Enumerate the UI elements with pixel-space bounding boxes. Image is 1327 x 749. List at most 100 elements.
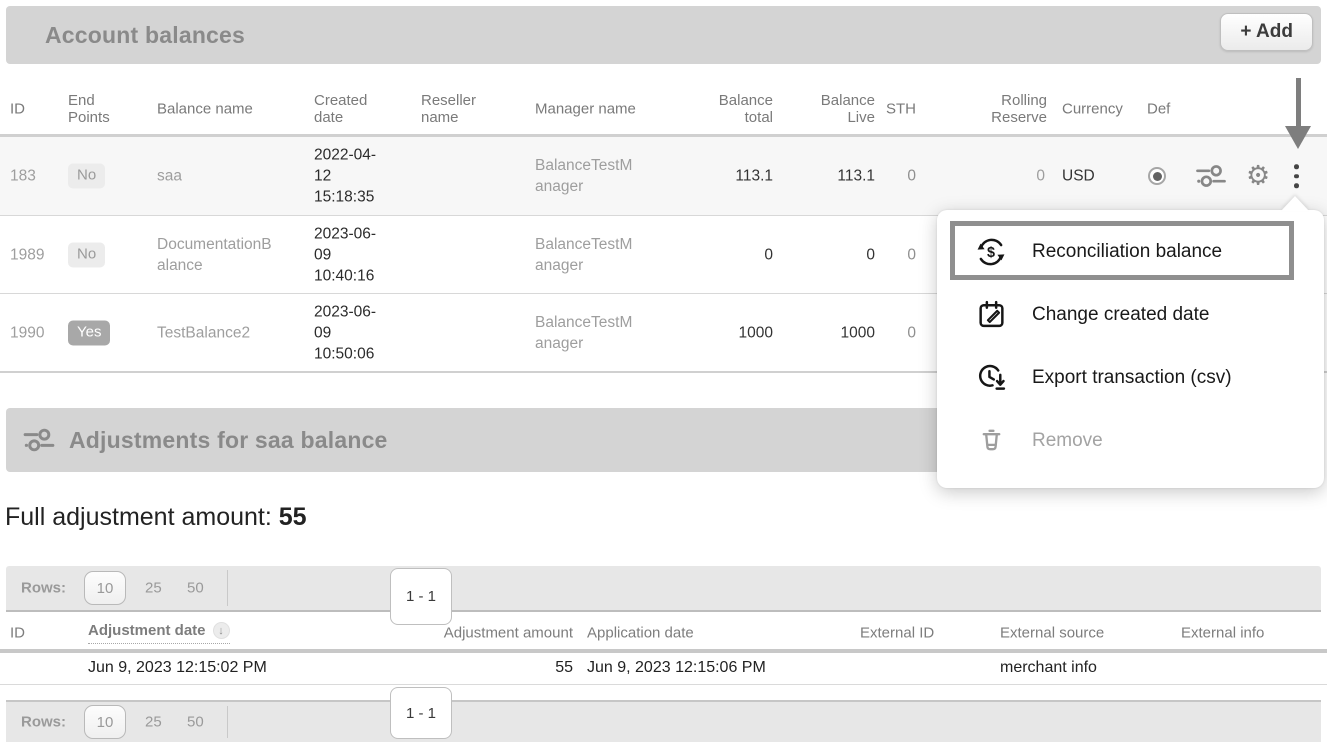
status-badge: Yes (68, 320, 110, 345)
adjustments-sliders-icon (23, 426, 55, 454)
cell-rolling-reserve: 0 (938, 166, 1045, 187)
cell-balance-live: 0 (781, 244, 875, 265)
gear-icon[interactable]: ⚙ (1246, 163, 1270, 190)
menu-caret (1281, 196, 1309, 211)
cell-id: 1989 (10, 244, 58, 265)
col-header-id: ID (10, 101, 58, 118)
menu-item-label: Reconciliation balance (1032, 241, 1222, 263)
col-header-currency: Currency (1062, 101, 1132, 118)
col-header-rolling-reserve: Rolling Reserve (987, 92, 1047, 126)
calendar-edit-icon (975, 299, 1007, 331)
cell-external-source: merchant info (1000, 659, 1132, 677)
col-header-adjustment-amount: Adjustment amount (413, 625, 573, 642)
col-header-created-date: Created date (314, 92, 388, 126)
rows-label: Rows: (21, 580, 66, 597)
col-header-external-info: External info (1181, 625, 1285, 642)
add-button[interactable]: + Add (1220, 13, 1313, 51)
account-balances-section-bar: Account balances (6, 6, 1321, 64)
adjustments-table-header: ID Adjustment date ↓ Adjustment amount A… (0, 618, 1327, 648)
menu-item-export-transaction[interactable]: Export transaction (csv) (937, 346, 1324, 409)
page-range-tab[interactable]: 1 - 1 (390, 568, 452, 625)
full-adjustment-amount-label: Full adjustment amount: (5, 503, 272, 531)
col-header-external-id: External ID (860, 625, 955, 642)
col-header-manager-name: Manager name (535, 101, 639, 118)
col-header-end-points: End Points (68, 92, 126, 126)
menu-item-label: Export transaction (csv) (1032, 367, 1232, 389)
rows-option-25[interactable]: 25 (145, 714, 162, 731)
annotation-arrow (1296, 78, 1301, 128)
pagination-bar-bottom: Rows: 10 25 50 (6, 700, 1321, 742)
cell-end-points: Yes (68, 320, 126, 345)
cell-balance-total: 113.1 (645, 166, 773, 187)
clock-download-icon (975, 362, 1007, 394)
cell-balance-name: saa (157, 166, 275, 187)
status-badge: No (68, 242, 105, 267)
cell-adjustment-amount: 55 (413, 659, 573, 677)
col-header-application-date: Application date (587, 625, 802, 642)
row-actions-menu: $ Reconciliation balance Change created … (937, 210, 1324, 488)
kebab-menu-icon[interactable] (1288, 160, 1305, 192)
rows-option-50[interactable]: 50 (187, 714, 204, 731)
row-divider (0, 684, 1327, 685)
cell-sth: 0 (880, 322, 916, 343)
cell-id: 183 (10, 166, 58, 187)
rows-option-10[interactable]: 10 (84, 571, 126, 605)
menu-item-reconciliation-balance[interactable]: $ Reconciliation balance (937, 220, 1324, 283)
pagination-bar-top: Rows: 10 25 50 (6, 566, 1321, 612)
cell-end-points: No (68, 164, 126, 189)
cell-created-date: 2023-06-09 10:40:16 (314, 223, 388, 286)
trash-icon (975, 425, 1007, 457)
cell-balance-name: DocumentationBalance (157, 234, 275, 276)
menu-item-change-created-date[interactable]: Change created date (937, 283, 1324, 346)
col-header-sth: STH (880, 101, 916, 118)
page-title: Account balances (45, 22, 245, 49)
col-header-balance-live: Balance Live (815, 92, 875, 126)
annotation-arrow-head (1285, 126, 1311, 149)
pagination-divider (227, 706, 228, 738)
cell-balance-name: TestBalance2 (157, 322, 275, 343)
table-row-183[interactable]: 183 No saa 2022-04-12 15:18:35 BalanceTe… (0, 137, 1327, 215)
col-header-balance-name: Balance name (157, 101, 275, 118)
rows-option-50[interactable]: 50 (187, 580, 204, 597)
cell-balance-total: 1000 (645, 322, 773, 343)
cell-created-date: 2022-04-12 15:18:35 (314, 145, 388, 208)
screen: Account balances + Add ID End Points Bal… (0, 0, 1327, 749)
svg-text:$: $ (987, 245, 995, 261)
cell-application-date: Jun 9, 2023 12:15:06 PM (587, 659, 802, 677)
menu-item-remove[interactable]: Remove (937, 409, 1324, 472)
rows-label: Rows: (21, 714, 66, 731)
col-header-reseller-name: Reseller name (421, 92, 503, 126)
col-header-balance-total: Balance total (713, 92, 773, 126)
col-header-id: ID (10, 625, 70, 642)
page-range-tab[interactable]: 1 - 1 (390, 687, 452, 739)
full-adjustment-amount: Full adjustment amount: 55 (5, 503, 307, 532)
adjustments-section-title: Adjustments for saa balance (69, 427, 388, 454)
cell-sth: 0 (880, 166, 916, 187)
adjustment-date-label: Adjustment date (88, 622, 206, 639)
cell-manager-name: BalanceTestManager (535, 155, 639, 197)
cell-end-points: No (68, 242, 126, 267)
sort-descending-icon[interactable]: ↓ (213, 622, 230, 639)
col-header-def: Def (1147, 101, 1187, 118)
cell-balance-live: 113.1 (781, 166, 875, 187)
cell-balance-total: 0 (645, 244, 773, 265)
cell-created-date: 2023-06-09 10:50:06 (314, 301, 388, 364)
balances-table-header: ID End Points Balance name Created date … (0, 84, 1327, 134)
status-badge: No (68, 164, 105, 189)
cell-manager-name: BalanceTestManager (535, 234, 639, 276)
rows-option-25[interactable]: 25 (145, 580, 162, 597)
rows-option-10[interactable]: 10 (84, 705, 126, 739)
adjustment-row[interactable]: Jun 9, 2023 12:15:02 PM 55 Jun 9, 2023 1… (0, 651, 1327, 684)
cell-currency: USD (1062, 166, 1132, 187)
adjustments-sliders-icon[interactable] (1194, 163, 1228, 190)
menu-item-label: Change created date (1032, 304, 1209, 326)
cell-adjustment-date: Jun 9, 2023 12:15:02 PM (88, 659, 328, 677)
cell-id: 1990 (10, 322, 58, 343)
cell-sth: 0 (880, 244, 916, 265)
currency-refresh-icon: $ (975, 236, 1007, 268)
default-radio-selected[interactable] (1148, 167, 1166, 185)
pagination-divider (227, 570, 228, 606)
cell-manager-name: BalanceTestManager (535, 312, 639, 354)
col-header-external-source: External source (1000, 625, 1132, 642)
col-header-adjustment-date[interactable]: Adjustment date ↓ (88, 622, 328, 644)
